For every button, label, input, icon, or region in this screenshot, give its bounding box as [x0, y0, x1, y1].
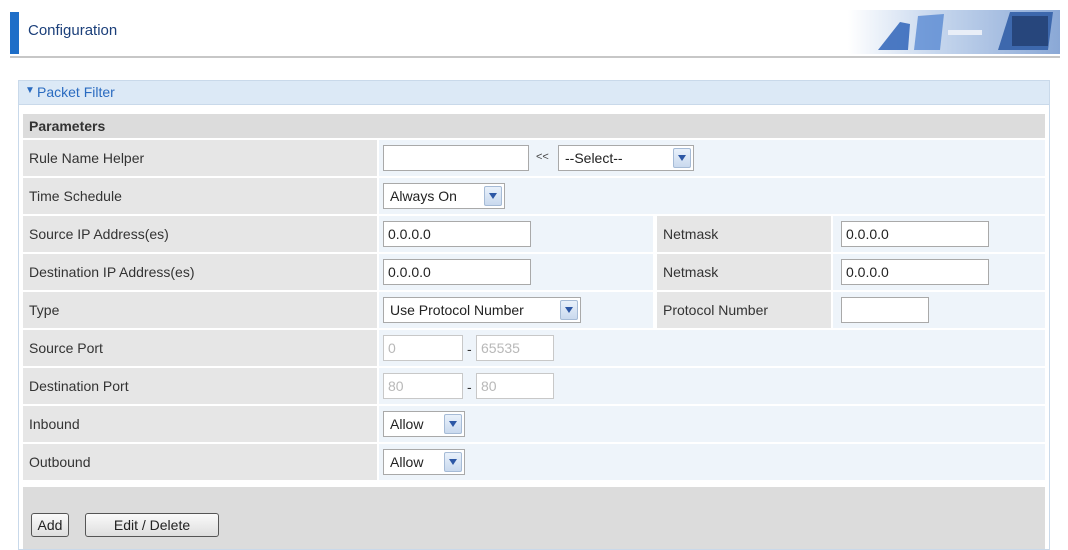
destination-port-from-input[interactable]: 80	[383, 373, 463, 399]
inbound-select[interactable]: Allow	[383, 411, 465, 437]
page-header: Configuration	[0, 0, 1068, 62]
label-cell: Destination Port	[23, 368, 377, 404]
collapse-triangle-icon[interactable]: ▼	[25, 85, 35, 96]
rule-helper-selected: --Select--	[565, 150, 623, 166]
value-cell: Allow	[379, 406, 1045, 442]
row-destination-port: Destination Port 80 - 80	[23, 368, 1045, 404]
chevron-down-icon[interactable]	[484, 186, 502, 206]
row-outbound: Outbound Allow	[23, 444, 1045, 480]
time-schedule-selected: Always On	[390, 188, 457, 204]
copy-arrows-icon: <<	[536, 151, 549, 163]
rule-helper-select[interactable]: --Select--	[558, 145, 694, 171]
source-netmask-input[interactable]: 0.0.0.0	[841, 221, 989, 247]
label-cell: Type	[23, 292, 377, 328]
destination-port-to-input[interactable]: 80	[476, 373, 554, 399]
inbound-label: Inbound	[29, 416, 80, 432]
range-separator: -	[467, 341, 472, 357]
header-divider	[10, 56, 1060, 58]
value-cell: 0.0.0.0	[379, 216, 653, 252]
label-cell: Source IP Address(es)	[23, 216, 377, 252]
type-label: Type	[29, 302, 60, 318]
section-header: Parameters	[23, 114, 1045, 138]
add-button[interactable]: Add	[31, 513, 69, 537]
row-source-port: Source Port 0 - 65535	[23, 330, 1045, 366]
value-cell: Use Protocol Number	[379, 292, 653, 328]
packet-filter-panel: ▼ Packet Filter Parameters Rule Name Hel…	[18, 80, 1050, 550]
panel-header[interactable]: ▼ Packet Filter	[19, 81, 1049, 105]
type-selected: Use Protocol Number	[390, 302, 524, 318]
row-type: Type Use Protocol Number Protocol Number	[23, 292, 1045, 328]
chevron-down-icon[interactable]	[560, 300, 578, 320]
panel-title: Packet Filter	[37, 84, 115, 100]
destination-ip-input[interactable]: 0.0.0.0	[383, 259, 531, 285]
row-time-schedule: Time Schedule Always On	[23, 178, 1045, 214]
value-cell: Allow	[379, 444, 1045, 480]
row-rule-name: Rule Name Helper << --Select--	[23, 140, 1045, 176]
label-cell: Netmask	[657, 254, 831, 290]
row-source-ip: Source IP Address(es) 0.0.0.0 Netmask 0.…	[23, 216, 1045, 252]
value-cell: 0.0.0.0	[379, 254, 653, 290]
section-title: Parameters	[29, 118, 106, 134]
time-schedule-select[interactable]: Always On	[383, 183, 505, 209]
source-ip-label: Source IP Address(es)	[29, 226, 169, 242]
label-cell: Rule Name Helper	[23, 140, 377, 176]
source-port-to-input[interactable]: 65535	[476, 335, 554, 361]
label-cell: Source Port	[23, 330, 377, 366]
header-banner-image	[848, 10, 1060, 54]
range-separator: -	[467, 379, 472, 395]
value-cell: 0 - 65535	[379, 330, 1045, 366]
label-cell: Protocol Number	[657, 292, 831, 328]
chevron-down-icon[interactable]	[673, 148, 691, 168]
chevron-down-icon[interactable]	[444, 414, 462, 434]
protocol-number-input[interactable]	[841, 297, 929, 323]
outbound-selected: Allow	[390, 454, 424, 470]
time-schedule-label: Time Schedule	[29, 188, 122, 204]
edit-delete-button[interactable]: Edit / Delete	[85, 513, 219, 537]
source-port-from-input[interactable]: 0	[383, 335, 463, 361]
label-cell: Time Schedule	[23, 178, 377, 214]
page-title: Configuration	[28, 22, 118, 39]
protocol-number-label: Protocol Number	[663, 302, 769, 318]
destination-ip-label: Destination IP Address(es)	[29, 264, 195, 280]
destination-port-label: Destination Port	[29, 378, 129, 394]
row-inbound: Inbound Allow	[23, 406, 1045, 442]
label-cell: Inbound	[23, 406, 377, 442]
chevron-down-icon[interactable]	[444, 452, 462, 472]
source-ip-input[interactable]: 0.0.0.0	[383, 221, 531, 247]
type-select[interactable]: Use Protocol Number	[383, 297, 581, 323]
rule-name-input[interactable]	[383, 145, 529, 171]
label-cell: Outbound	[23, 444, 377, 480]
row-destination-ip: Destination IP Address(es) 0.0.0.0 Netma…	[23, 254, 1045, 290]
rule-name-label: Rule Name Helper	[29, 150, 145, 166]
value-cell	[833, 292, 1045, 328]
value-cell: Always On	[379, 178, 1045, 214]
destination-netmask-label: Netmask	[663, 264, 719, 280]
outbound-select[interactable]: Allow	[383, 449, 465, 475]
source-port-label: Source Port	[29, 340, 103, 356]
value-cell: << --Select--	[379, 140, 1045, 176]
label-cell: Destination IP Address(es)	[23, 254, 377, 290]
destination-netmask-input[interactable]: 0.0.0.0	[841, 259, 989, 285]
label-cell: Netmask	[657, 216, 831, 252]
header-accent-bar	[10, 12, 19, 54]
button-bar: Add Edit / Delete	[23, 487, 1045, 549]
inbound-selected: Allow	[390, 416, 424, 432]
value-cell: 0.0.0.0	[833, 254, 1045, 290]
source-netmask-label: Netmask	[663, 226, 719, 242]
value-cell: 0.0.0.0	[833, 216, 1045, 252]
value-cell: 80 - 80	[379, 368, 1045, 404]
outbound-label: Outbound	[29, 454, 91, 470]
